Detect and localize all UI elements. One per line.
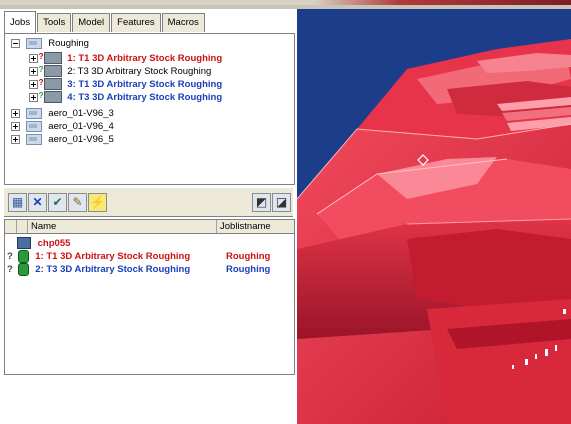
expand-icon[interactable] xyxy=(11,121,20,131)
status-icon: ? xyxy=(7,251,13,263)
expand-icon[interactable] xyxy=(11,108,20,118)
close-icon: ✕ xyxy=(32,195,43,209)
3d-model-render xyxy=(297,39,571,424)
job-name: 1: T1 3D Arbitrary Stock Roughing xyxy=(35,251,191,263)
folder-icon xyxy=(25,120,42,132)
tree-item-job-4[interactable]: ? 4: T3 3D Arbitrary Stock Roughing xyxy=(29,91,222,104)
tree-item-label: 1: T1 3D Arbitrary Stock Roughing xyxy=(67,53,223,64)
list-header: Name Joblistname xyxy=(5,220,294,234)
header-joblistname[interactable]: Joblistname xyxy=(217,220,292,233)
header-cell-status[interactable] xyxy=(5,220,17,233)
tab-macros[interactable]: Macros xyxy=(161,13,205,32)
tree-item-group-4[interactable]: aero_01-V96_4 xyxy=(11,120,114,133)
status-icon: ? xyxy=(7,264,13,276)
properties-button[interactable]: ✔ xyxy=(48,193,67,212)
job-tree: Roughing ? 1: T1 3D Arbitrary Stock Roug… xyxy=(4,33,295,185)
delete-button[interactable]: ✕ xyxy=(28,193,47,212)
tree-item-group-5[interactable]: aero_01-V96_5 xyxy=(11,133,114,146)
job-status-icon: ? xyxy=(39,65,62,78)
lightning-icon: ⚡ xyxy=(90,195,105,209)
tree-item-label: aero_01-V96_4 xyxy=(48,121,114,132)
job-list: Name Joblistname chp055 ? 1: T1 3D Arbit… xyxy=(4,219,295,375)
expand-icon[interactable] xyxy=(29,53,38,63)
list-item-job-2[interactable]: ? 2: T3 3D Arbitrary Stock Roughing Roug… xyxy=(7,263,292,276)
tab-jobs[interactable]: Jobs xyxy=(4,11,37,33)
verify-button[interactable]: ✎ xyxy=(68,193,87,212)
tree-item-roughing[interactable]: Roughing xyxy=(11,37,89,50)
3d-viewport[interactable] xyxy=(297,9,571,424)
properties-icon: ✔ xyxy=(52,195,63,209)
database-icon xyxy=(17,263,29,276)
machine-icon xyxy=(17,237,31,250)
tree-item-label: 2: T3 3D Arbitrary Stock Roughing xyxy=(67,66,212,77)
database-icon xyxy=(17,250,29,263)
grid-icon: ▦ xyxy=(11,195,24,209)
job-joblist: Roughing xyxy=(226,251,271,262)
job-toolbar: ▦ ✕ ✔ ✎ ⚡ ◩ ◪ xyxy=(4,187,293,217)
new-job-list-button[interactable]: ▦ xyxy=(8,193,27,212)
tree-item-label: Roughing xyxy=(48,38,89,49)
header-name[interactable]: Name xyxy=(28,220,217,233)
top-accent-strip xyxy=(0,0,571,5)
tree-item-job-3[interactable]: ? 3: T1 3D Arbitrary Stock Roughing xyxy=(29,78,222,91)
view-icon: ◪ xyxy=(275,195,288,209)
view-toggle-button-2[interactable]: ◪ xyxy=(272,193,291,212)
expand-icon[interactable] xyxy=(29,66,38,76)
verify-icon: ✎ xyxy=(72,195,83,209)
folder-icon xyxy=(25,133,42,145)
tree-item-label: 4: T3 3D Arbitrary Stock Roughing xyxy=(67,92,223,103)
job-name: 2: T3 3D Arbitrary Stock Roughing xyxy=(35,264,191,276)
job-status-icon: ? xyxy=(39,78,62,91)
expand-icon[interactable] xyxy=(29,92,38,102)
job-status-icon: ? xyxy=(39,91,62,104)
tree-item-group-3[interactable]: aero_01-V96_3 xyxy=(11,107,114,120)
tree-item-label: aero_01-V96_5 xyxy=(48,134,114,145)
tree-item-job-2[interactable]: ? 2: T3 3D Arbitrary Stock Roughing xyxy=(29,65,211,78)
run-button[interactable]: ⚡ xyxy=(88,193,107,212)
list-item-machine[interactable]: chp055 xyxy=(17,237,70,250)
view-icon: ◩ xyxy=(255,195,268,209)
job-status-icon: ? xyxy=(39,52,62,65)
expand-icon[interactable] xyxy=(29,79,38,89)
job-manager-panel: Jobs Tools Model Features Macros Roughin… xyxy=(0,9,297,424)
folder-icon xyxy=(25,37,42,49)
tree-item-job-1[interactable]: ? 1: T1 3D Arbitrary Stock Roughing xyxy=(29,52,222,65)
tab-strip: Jobs Tools Model Features Macros xyxy=(4,11,206,33)
tree-item-label: aero_01-V96_3 xyxy=(48,108,114,119)
tree-item-label: 3: T1 3D Arbitrary Stock Roughing xyxy=(67,79,223,90)
folder-icon xyxy=(25,107,42,119)
list-item-job-1[interactable]: ? 1: T1 3D Arbitrary Stock Roughing Roug… xyxy=(7,250,292,263)
tab-model[interactable]: Model xyxy=(72,13,111,32)
expand-icon[interactable] xyxy=(11,134,20,144)
collapse-icon[interactable] xyxy=(11,38,20,48)
header-cell-type[interactable] xyxy=(17,220,28,233)
view-toggle-button-1[interactable]: ◩ xyxy=(252,193,271,212)
machine-name: chp055 xyxy=(37,238,71,249)
tab-tools[interactable]: Tools xyxy=(37,13,72,32)
job-joblist: Roughing xyxy=(226,264,271,275)
window-top-bar xyxy=(0,0,571,9)
tab-features[interactable]: Features xyxy=(111,13,161,32)
